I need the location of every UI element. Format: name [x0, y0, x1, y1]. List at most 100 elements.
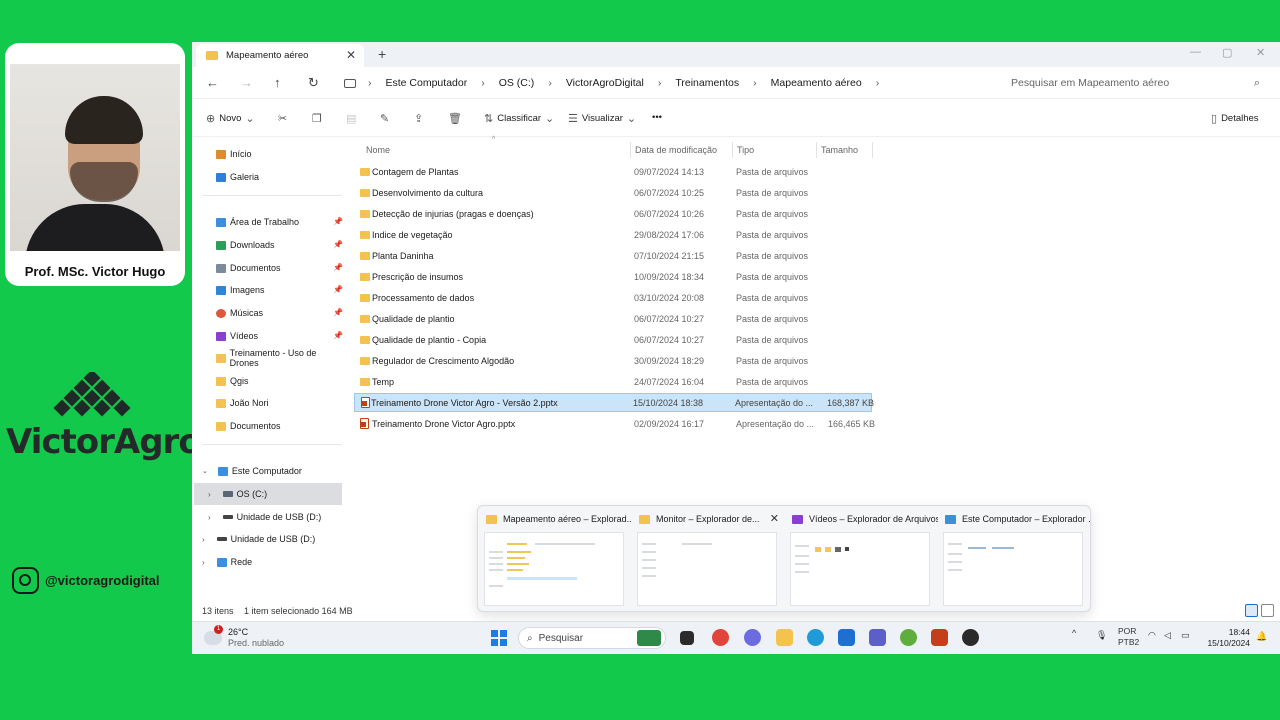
chrome-icon[interactable] — [712, 629, 729, 646]
edge-icon[interactable] — [807, 629, 824, 646]
chevron-right-icon[interactable]: › — [202, 535, 205, 544]
pin-icon[interactable]: 📌 — [333, 217, 343, 226]
sidebar-item-videos[interactable]: Vídeos — [216, 326, 258, 346]
chevron-right-icon[interactable]: › — [208, 513, 211, 522]
refresh-button[interactable]: ↻ — [308, 75, 319, 91]
delete-button[interactable]: 🗑 — [448, 112, 462, 125]
sidebar-item-rede[interactable]: › Rede — [202, 552, 252, 572]
column-header-modified[interactable]: Data de modificação — [635, 145, 717, 155]
obs-icon[interactable] — [962, 629, 979, 646]
store-icon[interactable] — [838, 629, 855, 646]
file-row[interactable]: Qualidade de plantio - Copia 06/07/2024 … — [354, 331, 872, 350]
sidebar-item-este-computador[interactable]: ⌄ Este Computador — [202, 461, 302, 481]
file-row[interactable]: Regulador de Crescimento Algodão 30/09/2… — [354, 352, 872, 371]
share-button[interactable]: ⇪ — [414, 112, 423, 125]
new-button[interactable]: ⊕ Novo ⌄ — [206, 112, 255, 125]
column-header-name[interactable]: Nome — [366, 145, 390, 155]
show-hidden-icons-button[interactable]: ^ — [1072, 628, 1076, 638]
column-divider[interactable] — [630, 142, 631, 158]
chevron-right-icon[interactable]: › — [202, 558, 205, 567]
weather-widget[interactable]: 1 26°C Pred. nublado — [204, 625, 284, 649]
battery-icon[interactable]: ▭ — [1181, 630, 1190, 641]
microphone-icon[interactable]: 🎙 — [1096, 630, 1107, 641]
column-header-size[interactable]: Tamanho — [821, 145, 858, 155]
close-preview-button[interactable]: ✕ — [770, 512, 779, 525]
file-row[interactable]: Desenvolvimento da cultura 06/07/2024 10… — [354, 184, 872, 203]
taskbar-search[interactable]: ⌕ Pesquisar — [518, 627, 666, 649]
breadcrumb-separator[interactable]: › — [753, 77, 757, 89]
column-divider[interactable] — [732, 142, 733, 158]
sidebar-item-area-de-trabalho[interactable]: Área de Trabalho — [216, 212, 299, 232]
sidebar-item-documentos-folder[interactable]: Documentos — [216, 416, 281, 436]
notification-bell-icon[interactable]: 🔔 — [1256, 631, 1267, 642]
file-explorer-icon[interactable] — [776, 629, 793, 646]
file-row[interactable]: Prescrição de insumos 10/09/2024 18:34 P… — [354, 268, 872, 287]
forward-button[interactable]: → — [240, 75, 253, 90]
breadcrumb-treinamentos[interactable]: Treinamentos — [675, 77, 739, 89]
sidebar-item-usb-d-2[interactable]: › Unidade de USB (D:) — [202, 529, 315, 549]
file-row[interactable]: Qualidade de plantio 06/07/2024 10:27 Pa… — [354, 310, 872, 329]
file-row[interactable]: Processamento de dados 03/10/2024 20:08 … — [354, 289, 872, 308]
powerpoint-icon[interactable] — [931, 629, 948, 646]
tiles-view-button[interactable] — [1261, 604, 1274, 617]
input-language[interactable]: POR PTB2 — [1118, 626, 1139, 648]
qgis-icon[interactable] — [900, 629, 917, 646]
teams-icon[interactable] — [869, 629, 886, 646]
up-button[interactable]: ↑ — [274, 75, 281, 90]
sidebar-item-usb-d-1[interactable]: › Unidade de USB (D:) — [208, 507, 321, 527]
volume-icon[interactable]: ◁ — [1164, 630, 1171, 641]
file-row[interactable]: Contagem de Plantas 09/07/2024 14:13 Pas… — [354, 163, 872, 182]
search-input[interactable]: Pesquisar em Mapeamento aéreo ⌕ — [1002, 72, 1270, 94]
sidebar-item-os-c[interactable]: › OS (C:) — [208, 484, 267, 504]
breadcrumb-mapeamento-aereo[interactable]: Mapeamento aéreo — [771, 77, 862, 89]
start-button[interactable] — [491, 630, 507, 646]
breadcrumb-separator[interactable]: › — [481, 77, 485, 89]
sidebar-item-galeria[interactable]: Galeria — [216, 167, 259, 187]
sidebar-item-qgis[interactable]: Qgis — [216, 371, 249, 391]
sidebar-item-downloads[interactable]: Downloads — [216, 235, 275, 255]
pin-icon[interactable]: 📌 — [333, 240, 343, 249]
breadcrumb-os-c[interactable]: OS (C:) — [499, 77, 535, 89]
chevron-down-icon[interactable]: ⌄ — [202, 467, 208, 475]
pin-icon[interactable]: 📌 — [333, 308, 343, 317]
close-window-button[interactable]: ✕ — [1256, 46, 1265, 59]
view-button[interactable]: ☰ Visualizar ⌄ — [568, 112, 636, 125]
back-button[interactable]: ← — [206, 75, 219, 90]
preview-videos[interactable]: Vídeos – Explorador de Arquivos — [786, 512, 938, 608]
column-header-type[interactable]: Tipo — [737, 145, 754, 155]
pin-icon[interactable]: 📌 — [333, 331, 343, 340]
new-tab-button[interactable]: + — [378, 46, 386, 62]
file-row[interactable]: Planta Daninha 07/10/2024 21:15 Pasta de… — [354, 247, 872, 266]
breadcrumb-victoragrodigital[interactable]: VictorAgroDigital — [566, 77, 644, 89]
chevron-right-icon[interactable]: › — [208, 490, 211, 499]
file-row-selected[interactable]: Treinamento Drone Victor Agro - Versão 2… — [354, 393, 874, 412]
preview-monitor[interactable]: Monitor – Explorador de... ✕ — [633, 512, 781, 608]
minimize-button[interactable]: — — [1190, 46, 1201, 58]
pin-icon[interactable]: 📌 — [333, 285, 343, 294]
sort-button[interactable]: ⇅ Classificar ⌄ — [484, 112, 554, 125]
rename-button[interactable]: ✎ — [380, 112, 389, 125]
column-divider[interactable] — [872, 142, 873, 158]
column-divider[interactable] — [816, 142, 817, 158]
cut-button[interactable]: ✂ — [278, 112, 287, 125]
sidebar-item-joao-nori[interactable]: João Nori — [216, 393, 269, 413]
paste-button[interactable]: ▤ — [346, 112, 356, 125]
clock[interactable]: 18:44 15/10/2024 — [1202, 627, 1250, 649]
file-row[interactable]: Temp 24/07/2024 16:04 Pasta de arquivos — [354, 373, 872, 392]
breadcrumb-separator[interactable]: › — [368, 77, 372, 89]
pin-icon[interactable]: 📌 — [333, 263, 343, 272]
tab-mapeamento-aereo[interactable]: Mapeamento aéreo ✕ — [196, 44, 364, 67]
sidebar-item-imagens[interactable]: Imagens — [216, 280, 265, 300]
preview-este-computador[interactable]: Este Computador – Explorador ... — [939, 512, 1091, 608]
terminal-icon[interactable] — [680, 631, 694, 645]
details-button[interactable]: ▯ Detalhes — [1211, 112, 1259, 125]
wifi-icon[interactable]: ◠ — [1148, 630, 1156, 641]
file-row[interactable]: Detecção de injurias (pragas e doenças) … — [354, 205, 872, 224]
maximize-button[interactable]: ▢ — [1222, 46, 1232, 59]
address-bar[interactable]: › Este Computador › OS (C:) › VictorAgro… — [338, 72, 994, 94]
more-options-button[interactable]: ••• — [652, 112, 662, 123]
copilot-icon[interactable] — [744, 629, 761, 646]
sidebar-item-musicas[interactable]: Músicas — [216, 303, 263, 323]
file-row[interactable]: Treinamento Drone Victor Agro.pptx 02/09… — [354, 415, 875, 434]
file-row[interactable]: Indice de vegetação 29/08/2024 17:06 Pas… — [354, 226, 872, 245]
